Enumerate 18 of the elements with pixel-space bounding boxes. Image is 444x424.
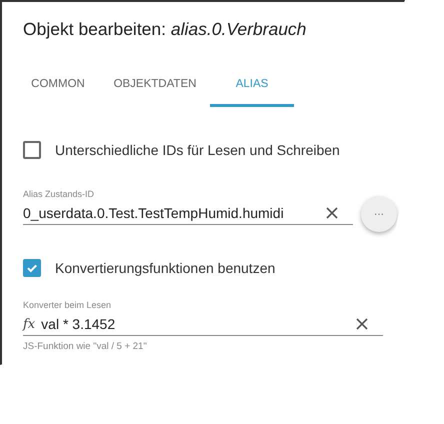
field-label: Konverter beim Lesen	[23, 300, 112, 310]
field-value: val * 3.1452	[41, 316, 116, 332]
tab[interactable]: COMMON	[16, 63, 100, 107]
field-label: Alias Zustands-ID	[23, 189, 96, 199]
checkbox[interactable]	[23, 259, 41, 277]
function-prefix: fx	[23, 316, 36, 332]
checkbox-label: Unterschiedliche IDs für Lesen und Schreiben	[55, 142, 340, 158]
converter-field[interactable]: Konverter beim Lesen fx val * 3.1452	[23, 300, 383, 336]
clear-icon[interactable]	[325, 206, 339, 220]
helper-text: JS-Funktion wie "val / 5 + 21"	[23, 341, 148, 352]
checkbox-label: Konvertierungsfunktionen benutzen	[55, 260, 276, 276]
browse-button[interactable]: ···	[361, 196, 397, 232]
clear-icon[interactable]	[355, 317, 369, 331]
dialog-title: Objekt bearbeiten: alias.0.Verbrauch	[23, 19, 308, 41]
field-value: 0_userdata.0.Test.TestTempHumid.humidi	[23, 205, 285, 221]
tab[interactable]: OBJEKTDATEN	[100, 63, 210, 107]
alias-id-field[interactable]: Alias Zustands-ID 0_userdata.0.Test.TestTempHumid.humidi	[23, 189, 353, 225]
checkbox[interactable]	[23, 141, 41, 159]
